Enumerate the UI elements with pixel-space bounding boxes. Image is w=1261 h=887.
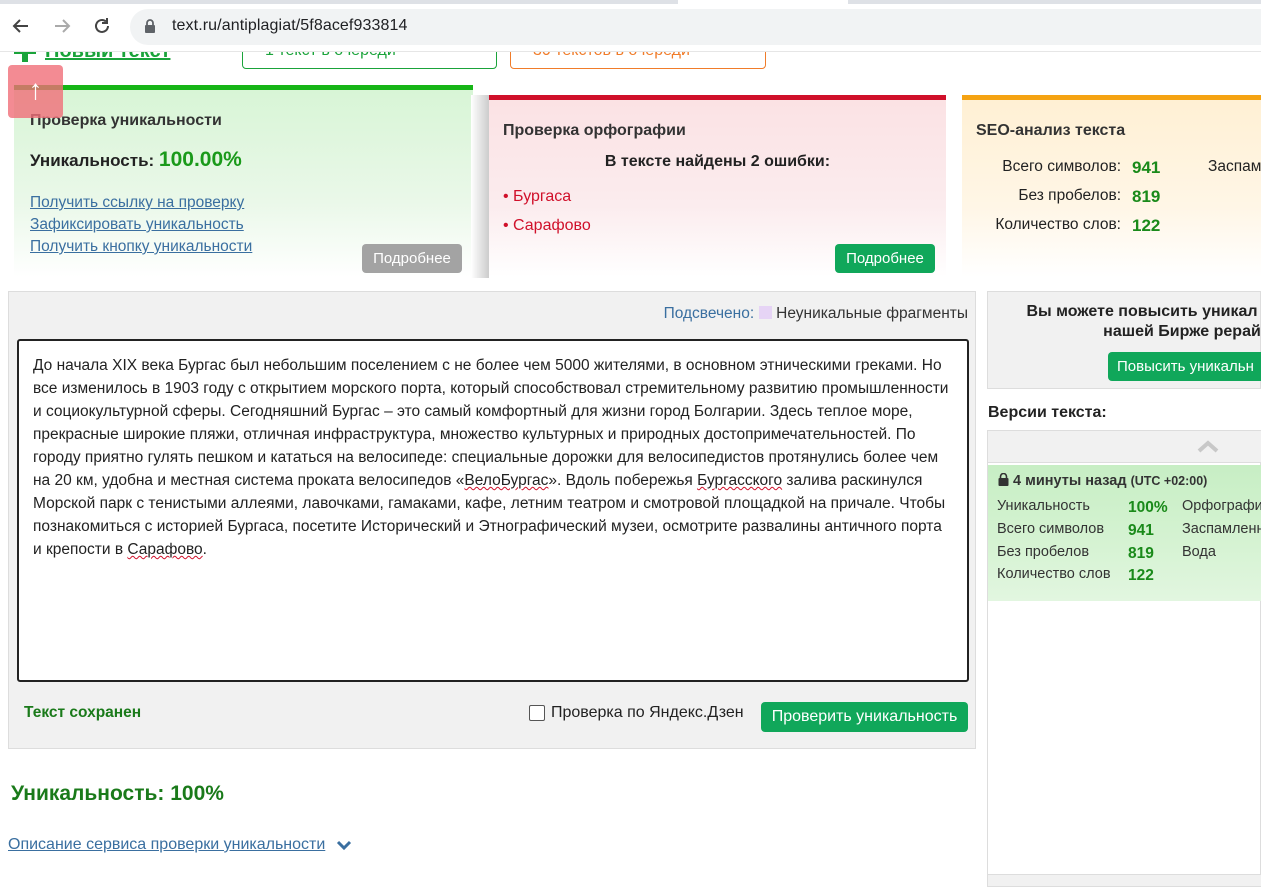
back-icon[interactable] [9, 14, 33, 38]
highlight-legend: Подсвечено: Неуникальные фрагменты [664, 305, 968, 323]
version-spelling-label: Орфографи [1182, 498, 1261, 514]
dzen-checkbox-label: Проверка по Яндекс.Дзен [551, 704, 744, 721]
chevron-up-icon[interactable] [1196, 439, 1220, 457]
seo-words-value: 122 [1132, 216, 1161, 235]
editor-container: Подсвечено: Неуникальные фрагменты До нач… [8, 291, 976, 749]
seo-spam-label: Заспам [1208, 158, 1261, 175]
get-link-link[interactable]: Получить ссылку на проверку [30, 194, 244, 212]
seo-nospace-value: 819 [1132, 187, 1161, 206]
versions-panel: 4 минуты назад (UTC +02:00) Уникальность… [987, 430, 1261, 887]
uniqueness-label: Уникальность: [30, 151, 155, 170]
uniqueness-result: Уникальность: 100% [11, 782, 224, 805]
highlight-label: Подсвечено: [663, 305, 755, 322]
version-time: 4 минуты назад (UTC +02:00) [998, 472, 1207, 489]
spelling-error[interactable]: Бургасского [697, 472, 782, 489]
spelling-error[interactable]: ВелоБургас [464, 472, 548, 489]
lock-icon [144, 19, 156, 38]
highlight-desc: Неуникальные фрагменты [776, 305, 968, 322]
address-bar[interactable]: text.ru/antiplagiat/5f8acef933814 [130, 9, 1261, 45]
uniqueness-value: 100.00% [158, 148, 242, 171]
seo-total-label: Всего символов: [1002, 158, 1121, 175]
spelling-error-item[interactable]: • Сарафово [503, 217, 591, 235]
version-total-value: 941 [1128, 522, 1154, 539]
uniqueness-line: Уникальность: 100.00% [30, 148, 242, 172]
get-button-link[interactable]: Получить кнопку уникальности [30, 238, 252, 256]
versions-title: Версии текста: [988, 404, 1107, 421]
versions-scroll-down[interactable] [988, 874, 1261, 886]
versions-scroll-up[interactable] [988, 431, 1261, 463]
check-uniqueness-button[interactable]: Проверить уникальность [761, 702, 968, 732]
highlight-swatch [759, 306, 773, 319]
version-card[interactable]: 4 минуты назад (UTC +02:00) Уникальность… [988, 465, 1261, 601]
seo-title: SEO-анализ текста [976, 122, 1126, 139]
uniqueness-details-button[interactable]: Подробнее [362, 244, 462, 273]
arrow-up-icon: ↑ [28, 74, 43, 105]
service-description-link[interactable]: Описание сервиса проверки уникальности [8, 836, 325, 854]
boost-uniqueness-button[interactable]: Повысить уникальн [1108, 352, 1261, 381]
version-nospace-value: 819 [1128, 545, 1154, 562]
uniqueness-panel: Проверка уникальности Уникальность: 100.… [14, 85, 473, 277]
checkbox-box[interactable] [529, 705, 545, 721]
seo-panel: SEO-анализ текста Всего символов: 941 Бе… [962, 95, 1261, 277]
spelling-error[interactable]: Сарафово [127, 541, 202, 558]
reload-icon[interactable] [90, 14, 114, 38]
version-spam-label: Заспамленн [1182, 521, 1261, 537]
seo-total-value: 941 [1132, 158, 1161, 177]
spelling-details-button[interactable]: Подробнее [835, 244, 935, 273]
forward-icon[interactable] [50, 14, 74, 38]
boost-text: Вы можете повысить уникал нашей Бирже ре… [1026, 303, 1261, 340]
version-uniq-label: Уникальность [997, 498, 1090, 514]
dzen-checkbox[interactable]: Проверка по Яндекс.Дзен [529, 704, 744, 722]
scroll-to-top-button[interactable]: ↑ [8, 65, 63, 118]
spelling-title: Проверка орфографии [503, 122, 686, 139]
spelling-error-item[interactable]: • Бургаса [503, 188, 571, 206]
version-water-label: Вода [1182, 544, 1216, 560]
version-uniq-value: 100% [1128, 499, 1168, 516]
fix-uniqueness-link[interactable]: Зафиксировать уникальность [30, 216, 244, 234]
seo-words-label: Количество слов: [995, 216, 1121, 233]
spelling-subtitle: В тексте найдены 2 ошибки: [604, 153, 831, 170]
chevron-down-icon[interactable] [336, 838, 352, 855]
version-words-label: Количество слов [997, 566, 1111, 582]
url-text: text.ru/antiplagiat/5f8acef933814 [172, 17, 408, 34]
version-total-label: Всего символов [997, 521, 1105, 537]
version-words-value: 122 [1128, 567, 1154, 584]
tab-strip [0, 0, 1261, 4]
lock-icon [998, 472, 1009, 486]
text-editor[interactable]: До начала XIX века Бургас был небольшим … [17, 339, 969, 682]
browser-toolbar: text.ru/antiplagiat/5f8acef933814 [0, 0, 1261, 52]
spelling-panel: Проверка орфографии В тексте найдены 2 о… [471, 95, 946, 278]
seo-nospace-label: Без пробелов: [1018, 187, 1121, 204]
version-nospace-label: Без пробелов [997, 544, 1090, 560]
saved-status: Текст сохранен [24, 704, 142, 721]
boost-box: Вы можете повысить уникал нашей Бирже ре… [987, 291, 1261, 389]
